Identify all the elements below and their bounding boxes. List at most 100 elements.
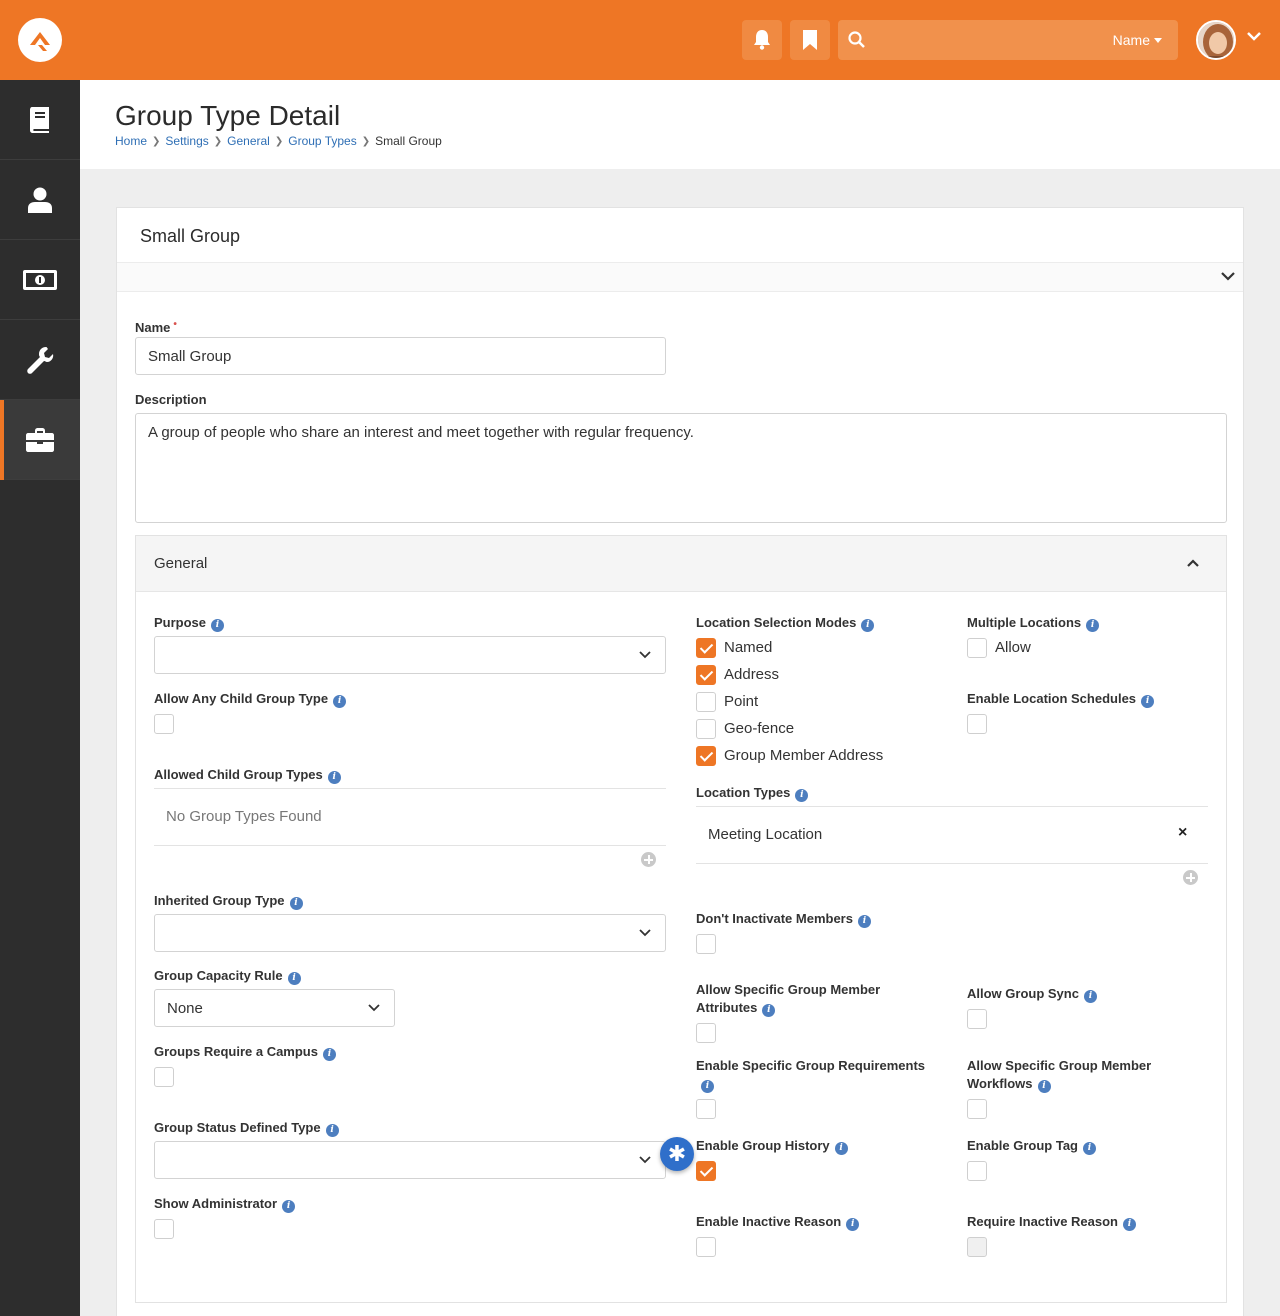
info-icon[interactable]: i xyxy=(1123,1218,1136,1231)
specific-workflows-label: Allow Specific Group Member Workflows i xyxy=(967,1058,1152,1093)
info-icon[interactable]: i xyxy=(322,1048,336,1061)
purpose-label: Purpose i xyxy=(154,614,225,632)
capacity-select[interactable]: None xyxy=(154,989,395,1027)
info-icon[interactable]: i xyxy=(327,771,341,784)
info-icon[interactable]: i xyxy=(857,915,871,928)
location-modes-label: Location Selection Modes i xyxy=(696,614,875,632)
location-mode-point-label: Point xyxy=(724,693,759,710)
info-icon[interactable]: i xyxy=(1141,695,1155,708)
info-icon[interactable]: i xyxy=(1083,990,1097,1003)
add-location-type-icon[interactable] xyxy=(1183,870,1198,885)
info-icon[interactable]: i xyxy=(861,619,875,632)
info-icon[interactable]: i xyxy=(701,1080,714,1093)
add-child-type-icon[interactable] xyxy=(641,852,656,867)
page-header: Group Type Detail Home ❯ Settings ❯ Gene… xyxy=(80,80,1280,169)
sidebar-item-finance[interactable] xyxy=(0,240,80,320)
search-scope-dropdown[interactable]: Name xyxy=(1113,32,1162,48)
info-icon[interactable]: i xyxy=(762,1004,776,1017)
location-mode-address-checkbox[interactable] xyxy=(696,665,716,685)
location-schedules-checkbox[interactable] xyxy=(967,714,987,734)
avatar[interactable] xyxy=(1196,20,1236,60)
location-mode-member-address-checkbox[interactable] xyxy=(696,746,716,766)
sidebar-item-book[interactable] xyxy=(0,80,80,160)
dont-inactivate-checkbox[interactable] xyxy=(696,934,716,954)
rock-logo-icon[interactable] xyxy=(18,18,62,62)
notifications-bell-icon[interactable] xyxy=(742,20,782,60)
chevron-down-icon[interactable] xyxy=(1221,270,1235,282)
search-box[interactable]: Name xyxy=(838,20,1178,60)
location-mode-geofence-checkbox[interactable] xyxy=(696,719,716,739)
panel-drawer[interactable] xyxy=(117,262,1243,292)
require-inactive-reason-label: Require Inactive Reason i xyxy=(967,1213,1136,1231)
breadcrumb-current: Small Group xyxy=(375,134,442,148)
info-icon[interactable]: i xyxy=(1037,1080,1051,1093)
breadcrumb-general[interactable]: General xyxy=(227,134,270,148)
specific-workflows-checkbox[interactable] xyxy=(967,1099,987,1119)
group-history-checkbox[interactable] xyxy=(696,1161,716,1181)
require-campus-checkbox[interactable] xyxy=(154,1067,174,1087)
chevron-right-icon: ❯ xyxy=(361,135,371,147)
sidebar-item-tools[interactable] xyxy=(0,320,80,400)
info-icon[interactable]: i xyxy=(289,897,303,910)
description-label: Description xyxy=(135,392,207,407)
inactive-reason-checkbox[interactable] xyxy=(696,1237,716,1257)
description-textarea[interactable]: A group of people who share an interest … xyxy=(135,413,1227,523)
specific-requirements-checkbox[interactable] xyxy=(696,1099,716,1119)
page-title: Group Type Detail xyxy=(115,100,341,131)
info-icon[interactable]: i xyxy=(1086,619,1100,632)
multiple-locations-option-label: Allow xyxy=(995,639,1031,656)
sidebar-item-people[interactable] xyxy=(0,160,80,240)
info-icon[interactable]: i xyxy=(1083,1142,1096,1155)
group-sync-label: Allow Group Sync i xyxy=(967,985,1097,1003)
search-icon xyxy=(848,31,865,48)
group-tag-label: Enable Group Tag i xyxy=(967,1137,1096,1155)
info-icon[interactable]: i xyxy=(282,1200,296,1213)
group-tag-checkbox[interactable] xyxy=(967,1161,987,1181)
multiple-locations-checkbox[interactable] xyxy=(967,638,987,658)
chevron-right-icon: ❯ xyxy=(152,135,161,147)
info-icon[interactable]: i xyxy=(834,1142,848,1155)
status-defined-select[interactable] xyxy=(154,1141,666,1179)
name-input[interactable]: Small Group xyxy=(135,337,666,375)
location-types-label: Location Types i xyxy=(696,784,809,802)
group-sync-checkbox[interactable] xyxy=(967,1009,987,1029)
dont-inactivate-label: Don't Inactivate Members i xyxy=(696,910,871,928)
purpose-select[interactable] xyxy=(154,636,666,674)
specific-attributes-label: Allow Specific Group Member Attributes i xyxy=(696,982,881,1017)
breadcrumb-group-types[interactable]: Group Types xyxy=(288,134,356,148)
chevron-up-icon[interactable] xyxy=(1186,558,1200,568)
chevron-down-icon[interactable] xyxy=(1246,30,1262,42)
chevron-down-icon xyxy=(639,1156,651,1164)
remove-location-type-icon[interactable]: × xyxy=(1178,824,1187,842)
info-icon[interactable]: i xyxy=(211,619,225,632)
location-mode-point-checkbox[interactable] xyxy=(696,692,716,712)
info-icon[interactable]: i xyxy=(846,1218,860,1231)
panel-title: Small Group xyxy=(140,226,241,246)
chevron-down-icon xyxy=(639,651,651,659)
bookmark-icon[interactable] xyxy=(790,20,830,60)
chevron-right-icon: ❯ xyxy=(213,135,223,147)
info-icon[interactable]: i xyxy=(287,972,301,985)
breadcrumb: Home ❯ Settings ❯ General ❯ Group Types … xyxy=(115,134,442,148)
inactive-reason-label: Enable Inactive Reason i xyxy=(696,1213,860,1231)
sidebar-item-admin[interactable] xyxy=(0,400,80,480)
info-icon[interactable]: i xyxy=(325,1124,339,1137)
search-scope-label: Name xyxy=(1112,32,1150,48)
location-schedules-label: Enable Location Schedules i xyxy=(967,690,1155,708)
inherited-select[interactable] xyxy=(154,914,666,952)
allow-any-child-label: Allow Any Child Group Type i xyxy=(154,690,347,708)
info-icon[interactable]: i xyxy=(795,789,809,802)
breadcrumb-settings[interactable]: Settings xyxy=(165,134,208,148)
location-mode-named-checkbox[interactable] xyxy=(696,638,716,658)
chevron-down-icon xyxy=(639,929,651,937)
briefcase-icon xyxy=(26,427,54,452)
allow-any-child-checkbox[interactable] xyxy=(154,714,174,734)
person-icon xyxy=(28,187,52,213)
location-mode-geofence-label: Geo-fence xyxy=(724,720,795,737)
breadcrumb-home[interactable]: Home xyxy=(115,134,147,148)
asterisk-help-icon[interactable]: ✱ xyxy=(660,1137,694,1171)
info-icon[interactable]: i xyxy=(333,695,347,708)
show-admin-checkbox[interactable] xyxy=(154,1219,174,1239)
specific-attributes-checkbox[interactable] xyxy=(696,1023,716,1043)
general-section-header[interactable]: General xyxy=(136,536,1226,592)
